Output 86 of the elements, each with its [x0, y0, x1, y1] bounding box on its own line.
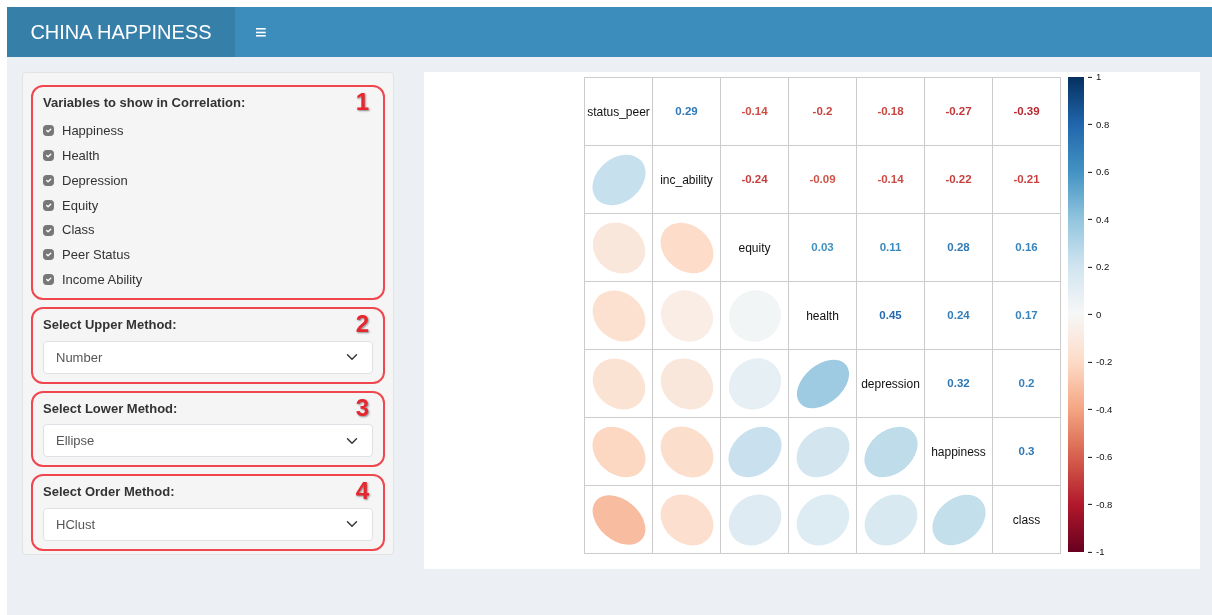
correlation-ellipse: [863, 426, 918, 477]
correlation-ellipse: [660, 494, 713, 545]
annotation-number: 2: [355, 311, 369, 338]
correlation-value: 0.45: [879, 307, 902, 323]
correlation-ellipse: [728, 357, 781, 410]
correlation-ellipse: [728, 426, 781, 477]
select-field[interactable]: Ellipse: [43, 424, 373, 458]
field-label: Select Upper Method:: [43, 316, 177, 335]
scale-tick-label: 0.4: [1088, 212, 1110, 227]
variable-label: status_peer: [587, 103, 650, 121]
correlation-ellipse: [864, 494, 917, 545]
correlation-value: -0.18: [877, 103, 904, 119]
annotation-number: 1: [355, 89, 369, 116]
scale-tick-label: -0.8: [1088, 497, 1113, 512]
correlation-ellipse: [592, 358, 645, 409]
correlation-ellipse: [592, 426, 645, 477]
select-field[interactable]: HClust: [43, 507, 373, 541]
variable-label: depression: [861, 375, 920, 393]
scale-tick-label: 1: [1088, 69, 1102, 85]
correlation-value: 0.2: [1018, 375, 1035, 391]
scale-tick-label: -0.4: [1088, 402, 1113, 417]
correlation-value: 0.16: [1015, 239, 1038, 255]
correlation-value: 0.24: [947, 307, 970, 323]
menu-icon[interactable]: ≡: [235, 17, 287, 47]
checkbox[interactable]: [43, 150, 54, 162]
select-field[interactable]: Number: [43, 340, 373, 374]
annotation-number: 3: [355, 394, 369, 421]
variable-label: equity: [738, 239, 771, 257]
field-label: Variables to show in Correlation:: [43, 94, 246, 112]
checkbox[interactable]: [43, 125, 54, 137]
correlation-value: 0.3: [1018, 443, 1035, 459]
checkbox[interactable]: [43, 224, 54, 236]
correlation-ellipse: [592, 154, 645, 205]
variable-label: class: [1012, 511, 1041, 529]
checkbox[interactable]: [43, 199, 54, 211]
scale-tick-label: -0.2: [1088, 354, 1113, 370]
correlation-ellipse: [592, 290, 645, 341]
field-label: Select Lower Method:: [43, 399, 178, 418]
field-label: Select Order Method:: [43, 483, 175, 502]
checkbox-label[interactable]: Peer Status: [62, 245, 130, 265]
checkbox[interactable]: [43, 249, 54, 261]
correlation-ellipse: [931, 494, 986, 545]
correlation-ellipse: [796, 426, 849, 477]
correlation-value: -0.2: [812, 103, 833, 119]
variable-label: inc_ability: [660, 171, 713, 189]
correlation-ellipse: [796, 494, 849, 545]
correlation-value: -0.21: [1013, 171, 1040, 187]
annotation-number: 4: [355, 478, 369, 505]
correlation-ellipse: [660, 426, 713, 477]
checkbox-label[interactable]: Equity: [62, 195, 99, 216]
correlation-ellipse: [796, 359, 849, 408]
correlation-ellipse: [592, 221, 645, 274]
correlation-value: 0.11: [879, 239, 902, 255]
scale-tick-label: -1: [1088, 544, 1105, 560]
correlation-value: -0.14: [741, 103, 768, 119]
correlation-value: 0.28: [947, 239, 970, 255]
correlation-value: -0.27: [945, 103, 972, 119]
scale-tick-label: 0.2: [1088, 259, 1110, 275]
correlation-ellipse: [592, 494, 645, 545]
correlation-value: 0.03: [811, 239, 834, 255]
checkbox[interactable]: [43, 274, 54, 286]
checkbox-label[interactable]: Health: [62, 145, 100, 166]
correlation-ellipse: [660, 289, 713, 342]
correlation-value: -0.22: [945, 171, 972, 187]
variable-label: health: [806, 307, 839, 325]
correlation-value: -0.24: [741, 171, 768, 187]
checkbox[interactable]: [43, 175, 54, 186]
checkbox-label[interactable]: Class: [62, 220, 95, 240]
correlation-value: -0.14: [877, 171, 904, 187]
scale-tick-label: 0.8: [1088, 117, 1110, 132]
checkbox-label[interactable]: Happiness: [62, 121, 124, 141]
checkbox-label[interactable]: Depression: [62, 170, 128, 191]
scale-tick-label: 0: [1088, 307, 1102, 322]
correlation-ellipse: [660, 222, 713, 273]
checkbox-label[interactable]: Income Ability: [62, 269, 143, 290]
correlation-ellipse: [660, 357, 713, 410]
correlation-ellipse: [728, 494, 781, 545]
correlation-value: 0.32: [947, 375, 970, 391]
correlation-value: 0.29: [675, 103, 698, 119]
variable-label: happiness: [931, 443, 986, 461]
app-title: CHINA HAPPINESS: [7, 7, 235, 57]
correlation-value: 0.17: [1015, 307, 1038, 323]
scale-tick-label: 0.6: [1088, 164, 1110, 180]
correlation-value: -0.39: [1013, 103, 1040, 119]
correlation-value: -0.09: [809, 171, 836, 187]
scale-tick-label: -0.6: [1088, 449, 1113, 465]
